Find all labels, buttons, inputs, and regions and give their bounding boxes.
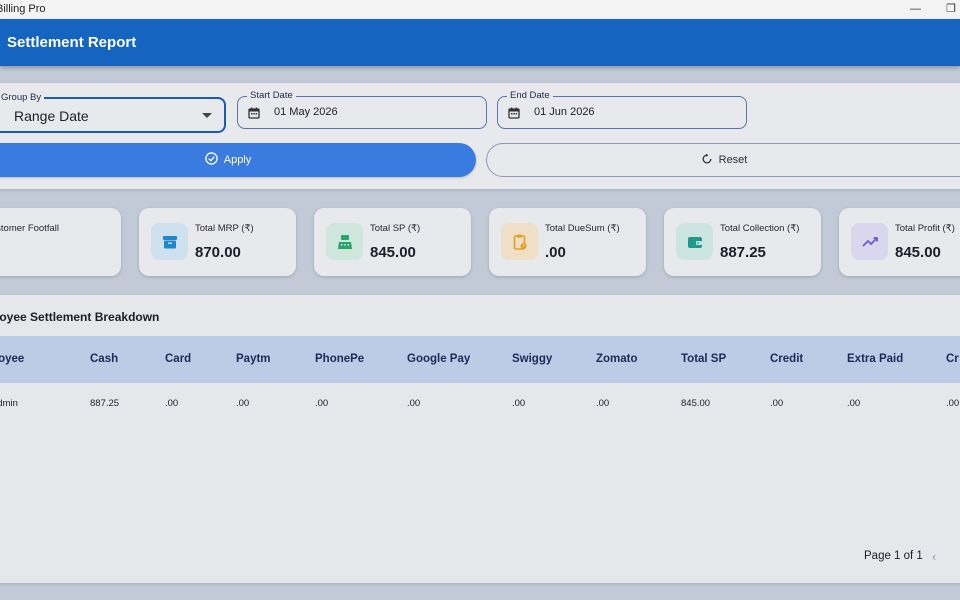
- end-date-value: 01 Jun 2026: [534, 106, 595, 118]
- card-label: Total MRP (₹): [195, 223, 254, 234]
- table-cell: .00: [512, 398, 526, 409]
- table-cell: .00: [236, 398, 250, 409]
- table-cell: 845.00: [681, 398, 711, 409]
- table-cell: admin: [0, 398, 18, 409]
- window-titlebar: Billing Pro — ❐: [0, 0, 960, 19]
- reset-button[interactable]: Reset: [486, 143, 960, 177]
- archive-box-icon: [151, 223, 188, 260]
- table-cell: .00: [847, 398, 861, 409]
- start-date-field[interactable]: Start Date 01 May 2026: [237, 90, 487, 129]
- card-label: Customer Footfall: [0, 223, 59, 234]
- calendar-icon[interactable]: [248, 106, 260, 124]
- apply-button[interactable]: Apply: [0, 143, 476, 177]
- card-value: 870.00: [195, 244, 241, 261]
- group-by-label: Group By: [0, 92, 45, 104]
- column-header[interactable]: Total SP: [681, 353, 726, 365]
- card-label: Total SP (₹): [370, 223, 421, 234]
- table-cell: .00: [770, 398, 784, 409]
- column-header[interactable]: PhonePe: [315, 353, 364, 365]
- clipboard-icon: [501, 223, 538, 260]
- table-cell: .00: [315, 398, 329, 409]
- page-title: Settlement Report: [7, 34, 137, 51]
- wallet-icon: [676, 223, 713, 260]
- group-by-select[interactable]: Group By Range Date: [0, 92, 226, 133]
- card-label: Total Profit (₹): [895, 223, 955, 234]
- check-circle-icon: [205, 152, 218, 168]
- pagination-text: Page 1 of 1: [864, 550, 923, 562]
- card-value: 845.00: [895, 244, 941, 261]
- calendar-icon[interactable]: [508, 106, 520, 124]
- summary-card-total-duesum: Total DueSum (₹) .00: [489, 208, 646, 276]
- chevron-left-icon[interactable]: ‹: [932, 549, 936, 564]
- summary-card-total-profit: Total Profit (₹) 845.00: [839, 208, 960, 276]
- app-header: Settlement Report: [0, 19, 960, 66]
- end-date-field[interactable]: End Date 01 Jun 2026: [497, 90, 747, 129]
- table-cell: .00: [596, 398, 610, 409]
- window-title: Billing Pro: [0, 3, 46, 15]
- column-header[interactable]: Credit: [770, 353, 803, 365]
- column-header[interactable]: Extra Paid: [847, 353, 903, 365]
- column-header[interactable]: Swiggy: [512, 353, 552, 365]
- dropdown-arrow-icon: [202, 113, 212, 118]
- start-date-label: Start Date: [247, 90, 296, 102]
- column-header[interactable]: Cash: [90, 353, 118, 365]
- summary-card-total-sp: Total SP (₹) 845.00: [314, 208, 471, 276]
- settlement-table-panel: Employee Settlement Breakdown Employee C…: [0, 295, 960, 583]
- card-label: Total DueSum (₹): [545, 223, 620, 234]
- summary-card-total-mrp: Total MRP (₹) 870.00: [139, 208, 296, 276]
- table-title: Employee Settlement Breakdown: [0, 310, 160, 324]
- summary-card-total-collection: Total Collection (₹) 887.25: [664, 208, 821, 276]
- apply-label: Apply: [223, 154, 252, 166]
- start-date-value: 01 May 2026: [274, 106, 338, 118]
- card-value: .00: [545, 244, 566, 261]
- column-header[interactable]: Google Pay: [407, 353, 470, 365]
- trending-up-icon: [851, 223, 888, 260]
- reset-label: Reset: [718, 154, 748, 166]
- refresh-icon: [701, 153, 713, 168]
- card-value: 887.25: [720, 244, 766, 261]
- summary-card-customer-footfall: Customer Footfall 6: [0, 208, 121, 276]
- minimize-button[interactable]: —: [910, 2, 921, 16]
- card-value: 845.00: [370, 244, 416, 261]
- column-header[interactable]: Card: [165, 353, 191, 365]
- column-header[interactable]: Employee: [0, 353, 24, 365]
- table-cell: 887.25: [90, 398, 120, 409]
- column-header[interactable]: Paytm: [236, 353, 271, 365]
- end-date-label: End Date: [507, 90, 553, 102]
- cash-register-icon: [326, 223, 363, 260]
- card-label: Total Collection (₹): [720, 223, 800, 234]
- table-header-row: Employee Cash Card Paytm PhonePe Google …: [0, 336, 960, 383]
- column-header[interactable]: Zomato: [596, 353, 638, 365]
- table-cell: .00: [407, 398, 421, 409]
- table-cell: .00: [946, 398, 960, 409]
- group-by-value: Range Date: [14, 108, 89, 124]
- column-header[interactable]: Cr: [946, 353, 959, 365]
- maximize-button[interactable]: ❐: [946, 2, 956, 16]
- table-cell: .00: [165, 398, 179, 409]
